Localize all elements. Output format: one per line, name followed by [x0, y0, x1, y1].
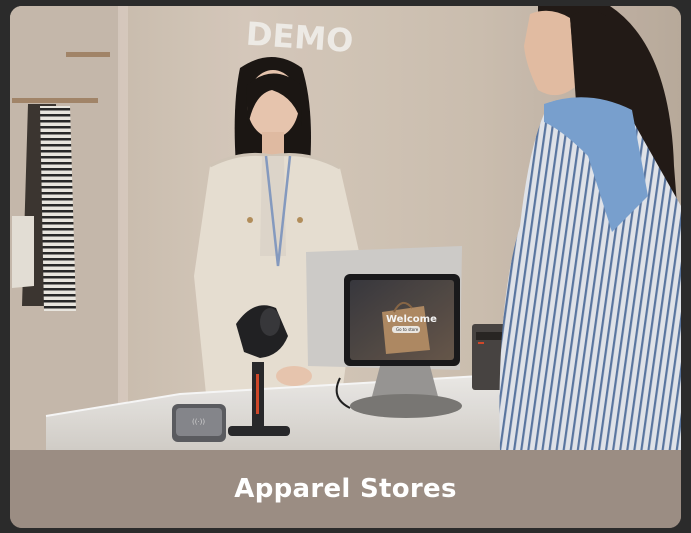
caption-bar: Apparel Stores [10, 450, 681, 528]
caption-title: Apparel Stores [234, 474, 457, 504]
store-photo: DEMO ((·)) Welcome Go to store [10, 6, 681, 450]
product-card[interactable]: DEMO ((·)) Welcome Go to store Apparel S… [10, 6, 681, 528]
